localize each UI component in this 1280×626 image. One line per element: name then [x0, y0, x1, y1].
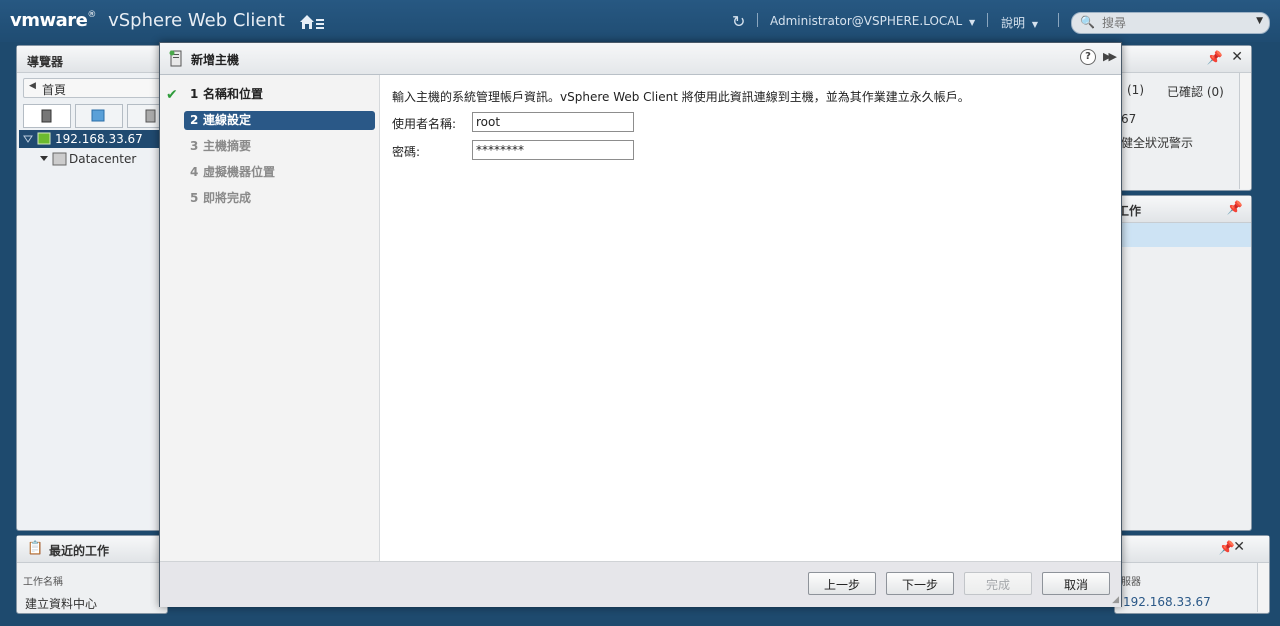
wizard-steps: ✔ 1 名稱和位置 2 連線設定 3 主機摘要 4 虛擬機器位置 5 即將完成	[160, 75, 380, 561]
chevron-down-icon: ▼	[1031, 20, 1038, 29]
product-name: vSphere Web Client	[108, 10, 285, 31]
global-search[interactable]: 🔍 ▼	[1071, 12, 1270, 34]
vm-icon	[91, 109, 105, 122]
vcenter-icon	[23, 132, 51, 145]
close-icon[interactable]: ✕	[1233, 539, 1245, 555]
recent-tasks-right-header: 📌 ✕	[1115, 536, 1269, 563]
column-header-server[interactable]: 服器	[1121, 573, 1141, 588]
tree-item-host[interactable]: 192.168.33.67	[19, 130, 169, 148]
datacenter-icon	[40, 152, 67, 166]
step-label: 連線設定	[203, 113, 252, 127]
chevron-down-icon[interactable]: ▼	[1256, 16, 1263, 26]
server-link[interactable]: 192.168.33.67	[1123, 595, 1211, 609]
help-menu[interactable]: 說明 ▼	[1001, 14, 1038, 31]
pin-icon[interactable]: 📌	[1227, 201, 1243, 216]
vmware-logo: vmware	[10, 10, 88, 31]
refresh-icon[interactable]: ↻	[732, 12, 745, 31]
recent-tasks-panel: 📋 最近的工作 工作名稱 建立資料中心	[16, 535, 168, 614]
back-button[interactable]: 上一步	[808, 572, 876, 595]
tree-item-label: 192.168.33.67	[55, 132, 143, 146]
separator	[1058, 13, 1059, 27]
step-label: 即將完成	[203, 191, 252, 205]
chevron-down-icon: ▼	[969, 18, 976, 27]
step-number: 1	[190, 87, 199, 101]
task-row-name: 建立資料中心	[25, 597, 98, 611]
column-header-task-name[interactable]: 工作名稱	[23, 573, 63, 588]
step-host-summary: 3 主機摘要	[184, 137, 375, 156]
username-label: 使用者名稱:	[392, 117, 457, 131]
top-bar: vmware® vSphere Web Client ↻ Administrat…	[0, 0, 1280, 42]
alarms-header: 📌 ✕	[1115, 46, 1251, 73]
tree-item-datacenter[interactable]: Datacenter	[39, 152, 136, 166]
dialog-header: 新增主機 ? ▶▶	[160, 43, 1121, 75]
tree-item-label: Datacenter	[69, 152, 137, 166]
nav-back-home[interactable]: ◀ 首頁	[23, 78, 175, 98]
tab-hosts-clusters[interactable]	[23, 104, 71, 128]
step-name-location[interactable]: 1 名稱和位置	[184, 85, 375, 104]
user-label: Administrator@VSPHERE.LOCAL	[770, 14, 963, 28]
scrollbar[interactable]	[1239, 73, 1251, 189]
intro-text: 輸入主機的系統管理帳戶資訊。vSphere Web Client 將使用此資訊連…	[392, 90, 970, 104]
step-connection-settings[interactable]: 2 連線設定	[184, 111, 375, 130]
help-label: 說明	[1001, 16, 1026, 30]
close-icon[interactable]: ✕	[1231, 49, 1243, 65]
step-number: 3	[190, 139, 199, 153]
work-in-progress-header: 工作 📌	[1115, 196, 1251, 223]
next-button[interactable]: 下一步	[886, 572, 954, 595]
resize-grip-icon[interactable]: ◢	[1112, 595, 1119, 605]
alarm-text: 健全狀況警示	[1121, 136, 1194, 150]
password-label: 密碼:	[392, 145, 421, 159]
step-number: 5	[190, 191, 199, 205]
alarm-count[interactable]: (1)	[1127, 83, 1144, 97]
hosts-icon	[41, 109, 52, 123]
add-host-dialog: 新增主機 ? ▶▶ ✔ 1 名稱和位置 2 連線設定 3 主機摘要 4 虛擬機器位置 5…	[159, 42, 1122, 607]
pin-icon[interactable]: 📌	[1207, 51, 1223, 66]
wizard-content: 輸入主機的系統管理帳戶資訊。vSphere Web Client 將使用此資訊連…	[380, 75, 1121, 561]
step-label: 虛擬機器位置	[203, 165, 276, 179]
cancel-button[interactable]: 取消	[1042, 572, 1110, 595]
user-menu[interactable]: Administrator@VSPHERE.LOCAL ▼	[770, 14, 975, 28]
search-input[interactable]	[1100, 15, 1254, 31]
password-field[interactable]	[472, 140, 634, 160]
expand-icon[interactable]: ▶▶	[1103, 50, 1117, 63]
navigator-tabs	[23, 104, 175, 128]
work-in-progress-panel: 工作 📌	[1114, 195, 1252, 531]
acknowledged-tab[interactable]: 已確認 (0)	[1167, 83, 1224, 100]
alarms-panel: 📌 ✕ (1) 已確認 (0) 67 健全狀況警示	[1114, 45, 1252, 191]
nav-home-label: 首頁	[42, 83, 67, 97]
recent-tasks-header: 📋 最近的工作	[17, 536, 167, 563]
step-label: 名稱和位置	[203, 87, 264, 101]
check-icon: ✔	[166, 87, 178, 103]
recent-tasks-right: 📌 ✕ 服器 192.168.33.67	[1114, 535, 1270, 614]
navigator-header: 導覽器	[17, 46, 167, 73]
dialog-title: 新增主機	[191, 53, 240, 67]
host-add-icon	[169, 50, 182, 67]
separator	[987, 13, 988, 27]
tasks-icon: 📋	[27, 541, 44, 556]
step-number: 2	[190, 113, 199, 127]
home-menu-icon[interactable]	[299, 13, 325, 31]
finish-button: 完成	[964, 572, 1032, 595]
tab-vms-templates[interactable]	[75, 104, 123, 128]
username-field[interactable]	[472, 112, 634, 132]
navigator-panel: 導覽器 ◀ 首頁 192.168.33.67 Datacenter	[16, 45, 175, 531]
step-number: 4	[190, 165, 199, 179]
step-ready-to-complete: 5 即將完成	[184, 189, 375, 208]
brand-logo: vmware® vSphere Web Client	[10, 10, 285, 31]
dialog-footer: 上一步 下一步 完成 取消 ◢	[160, 561, 1121, 607]
back-arrow-icon: ◀	[29, 81, 36, 91]
navigator-title: 導覽器	[27, 55, 64, 69]
help-icon[interactable]: ?	[1080, 49, 1096, 65]
step-vm-location: 4 虛擬機器位置	[184, 163, 375, 182]
alarm-source: 67	[1121, 112, 1137, 126]
separator	[757, 13, 758, 27]
selected-row[interactable]	[1115, 223, 1251, 247]
scrollbar[interactable]	[1257, 563, 1269, 612]
search-icon: 🔍	[1080, 15, 1095, 29]
recent-tasks-title: 最近的工作	[49, 544, 110, 558]
step-label: 主機摘要	[203, 139, 252, 153]
